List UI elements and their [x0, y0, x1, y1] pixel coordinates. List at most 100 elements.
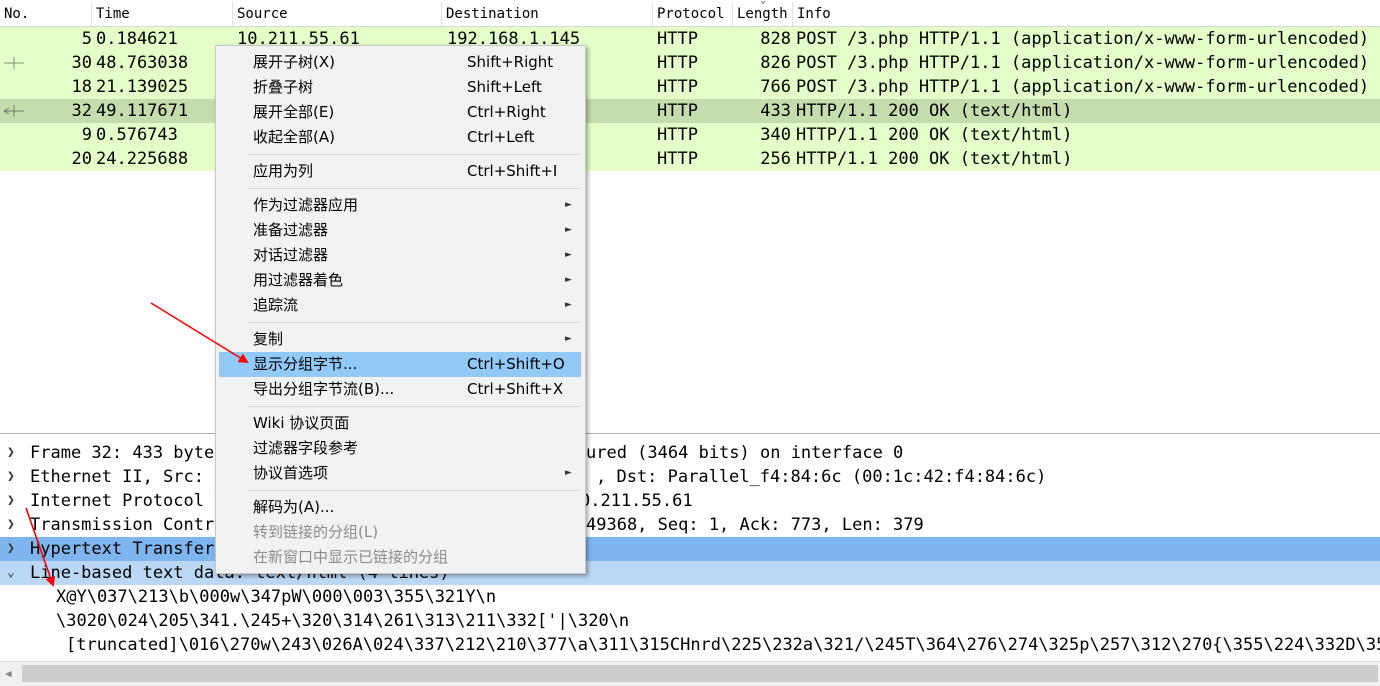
packet-row[interactable]: 9 0.576743 HTTP 340 HTTP/1.1 200 OK (tex… — [0, 123, 1380, 147]
chevron-down-icon[interactable]: ⌄ — [7, 561, 21, 585]
menu-item-shortcut: Ctrl+Shift+O — [467, 355, 565, 373]
packet-protocol: HTTP — [657, 53, 698, 73]
menu-item-wiki-protocol-page[interactable]: Wiki 协议页面 — [219, 411, 581, 436]
submenu-arrow-icon: ► — [565, 275, 572, 285]
chevron-right-icon[interactable]: ❯ — [7, 513, 21, 537]
menu-item-expand-all[interactable]: 展开全部(E) Ctrl+Right — [219, 100, 581, 125]
detail-row-frame[interactable]: ❯ Frame 32: 433 bytes ured (3464 bits) o… — [0, 441, 1380, 465]
menu-item-show-linked-packet-new-window[interactable]: 在新窗口中显示已链接的分组 — [219, 545, 581, 570]
horizontal-scrollbar[interactable]: ◀ — [0, 661, 1380, 686]
chevron-right-icon[interactable]: ❯ — [7, 537, 21, 561]
menu-item-shortcut: Ctrl+Right — [467, 103, 546, 121]
menu-item-collapse-subtrees[interactable]: 折叠子树 Shift+Left — [219, 75, 581, 100]
menu-separator — [248, 154, 580, 155]
sort-desc-icon: ⌄ — [760, 0, 767, 6]
menu-item-export-packet-bytes[interactable]: 导出分组字节流(B)... Ctrl+Shift+X — [219, 377, 581, 402]
menu-item-go-to-linked-packet[interactable]: 转到链接的分组(L) — [219, 520, 581, 545]
packet-length: 828 — [760, 29, 791, 49]
menu-item-protocol-preferences[interactable]: 协议首选项 ► — [219, 461, 581, 486]
column-header-source[interactable]: Source — [233, 2, 442, 26]
packet-info: HTTP/1.1 200 OK (text/html) — [796, 101, 1073, 121]
menu-item-prepare-filter[interactable]: 准备过滤器 ► — [219, 218, 581, 243]
detail-label: Internet Protocol V — [30, 491, 225, 511]
packet-time: 49.117671 — [96, 101, 189, 121]
menu-item-colorize-with-filter[interactable]: 用过滤器着色 ► — [219, 268, 581, 293]
packet-row[interactable]: 30 48.763038 HTTP 826 POST /3.php HTTP/1… — [0, 51, 1380, 75]
packet-length: 340 — [760, 125, 791, 145]
packet-row[interactable]: 5 0.184621 10.211.55.61 192.168.1.145 HT… — [0, 27, 1380, 51]
detail-label: Transmission Contro — [30, 515, 225, 535]
packet-rows: 5 0.184621 10.211.55.61 192.168.1.145 HT… — [0, 27, 1380, 171]
menu-item-label: 展开全部(E) — [253, 103, 335, 121]
packet-no: 9 — [81, 125, 92, 145]
column-header-info[interactable]: Info — [793, 2, 1380, 26]
packet-length: 256 — [760, 149, 791, 169]
chevron-right-icon[interactable]: ❯ — [7, 489, 21, 513]
chevron-right-icon[interactable]: ❯ — [7, 441, 21, 465]
chevron-right-icon[interactable]: ❯ — [7, 465, 21, 489]
detail-row-line-based-text[interactable]: ⌄ Line-based text data: text/html (4 lin… — [0, 561, 1380, 585]
packet-info: HTTP/1.1 200 OK (text/html) — [796, 125, 1073, 145]
packet-length: 826 — [760, 53, 791, 73]
menu-separator — [248, 490, 580, 491]
packet-row-selected[interactable]: 32 49.117671 HTTP 433 HTTP/1.1 200 OK (t… — [0, 99, 1380, 123]
detail-row-http[interactable]: ❯ Hypertext Transfer — [0, 537, 1380, 561]
detail-row-ip[interactable]: ❯ Internet Protocol V 0.211.55.61 — [0, 489, 1380, 513]
detail-row-tcp[interactable]: ❯ Transmission Contro 49368, Seq: 1, Ack… — [0, 513, 1380, 537]
bytes-line[interactable]: \3020\024\205\341.\245+\320\314\261\313\… — [56, 609, 629, 633]
bytes-line[interactable]: [truncated]\016\270w\243\026A\024\337\21… — [66, 633, 1380, 657]
column-header-bar: No. Time Source Destination Protocol Len… — [0, 0, 1380, 27]
packet-list: No. Time Source Destination Protocol Len… — [0, 0, 1380, 434]
menu-item-label: 过滤器字段参考 — [253, 439, 359, 457]
submenu-arrow-icon: ► — [565, 200, 572, 210]
scroll-left-icon[interactable]: ◀ — [5, 667, 12, 680]
menu-item-shortcut: Shift+Left — [467, 78, 542, 96]
menu-item-show-packet-bytes[interactable]: 显示分组字节... Ctrl+Shift+O — [219, 352, 581, 377]
submenu-arrow-icon: ► — [565, 225, 572, 235]
menu-item-label: 应用为列 — [253, 162, 314, 180]
menu-item-label: 复制 — [253, 330, 284, 348]
bytes-line[interactable]: X@Y\037\213\b\000w\347pW\000\003\355\321… — [56, 585, 496, 609]
menu-item-expand-subtrees[interactable]: 展开子树(X) Shift+Right — [219, 50, 581, 75]
submenu-arrow-icon: ► — [565, 468, 572, 478]
menu-item-decode-as[interactable]: 解码为(A)... — [219, 495, 581, 520]
packet-time: 0.576743 — [96, 125, 178, 145]
menu-item-label: 解码为(A)... — [253, 498, 335, 516]
packet-info: POST /3.php HTTP/1.1 (application/x-www-… — [796, 53, 1370, 73]
detail-row-ethernet[interactable]: ❯ Ethernet II, Src: P , Dst: Parallel_f4… — [0, 465, 1380, 489]
menu-item-label: 准备过滤器 — [253, 221, 329, 239]
packet-details-pane: ❯ Frame 32: 433 bytes ured (3464 bits) o… — [0, 437, 1380, 585]
menu-item-label: 导出分组字节流(B)... — [253, 380, 395, 398]
menu-separator — [248, 322, 580, 323]
menu-item-label: Wiki 协议页面 — [253, 414, 350, 432]
menu-item-collapse-all[interactable]: 收起全部(A) Ctrl+Left — [219, 125, 581, 150]
menu-separator — [248, 188, 580, 189]
packet-protocol: HTTP — [657, 29, 698, 49]
menu-item-conversation-filter[interactable]: 对话过滤器 ► — [219, 243, 581, 268]
column-header-time[interactable]: Time — [92, 2, 233, 26]
packet-row[interactable]: 18 21.139025 HTTP 766 POST /3.php HTTP/1… — [0, 75, 1380, 99]
menu-item-follow-stream[interactable]: 追踪流 ► — [219, 293, 581, 318]
scrollbar-thumb[interactable] — [22, 665, 1378, 682]
detail-label-tail: , Dst: Parallel_f4:84:6c (00:1c:42:f4:84… — [596, 467, 1047, 487]
packet-no: 32 — [71, 101, 92, 121]
menu-item-apply-as-filter[interactable]: 作为过滤器应用 ► — [219, 193, 581, 218]
detail-label-tail: ured (3464 bits) on interface 0 — [586, 443, 904, 463]
menu-item-shortcut: Shift+Right — [467, 53, 554, 71]
packet-time: 48.763038 — [96, 53, 189, 73]
menu-item-filter-field-reference[interactable]: 过滤器字段参考 — [219, 436, 581, 461]
menu-separator — [248, 406, 580, 407]
column-header-destination[interactable]: Destination — [442, 2, 653, 26]
detail-label: Hypertext Transfer — [30, 539, 215, 559]
menu-item-apply-as-column[interactable]: 应用为列 Ctrl+Shift+I — [219, 159, 581, 184]
menu-item-label: 作为过滤器应用 — [253, 196, 359, 214]
column-header-no[interactable]: No. — [0, 2, 92, 26]
packet-protocol: HTTP — [657, 125, 698, 145]
packet-no: 20 — [71, 149, 92, 169]
packet-no: 18 — [71, 77, 92, 97]
column-header-protocol[interactable]: Protocol — [653, 2, 733, 26]
packet-row[interactable]: 20 24.225688 HTTP 256 HTTP/1.1 200 OK (t… — [0, 147, 1380, 171]
packet-info: HTTP/1.1 200 OK (text/html) — [796, 149, 1073, 169]
menu-item-copy[interactable]: 复制 ► — [219, 327, 581, 352]
menu-item-label: 折叠子树 — [253, 78, 314, 96]
